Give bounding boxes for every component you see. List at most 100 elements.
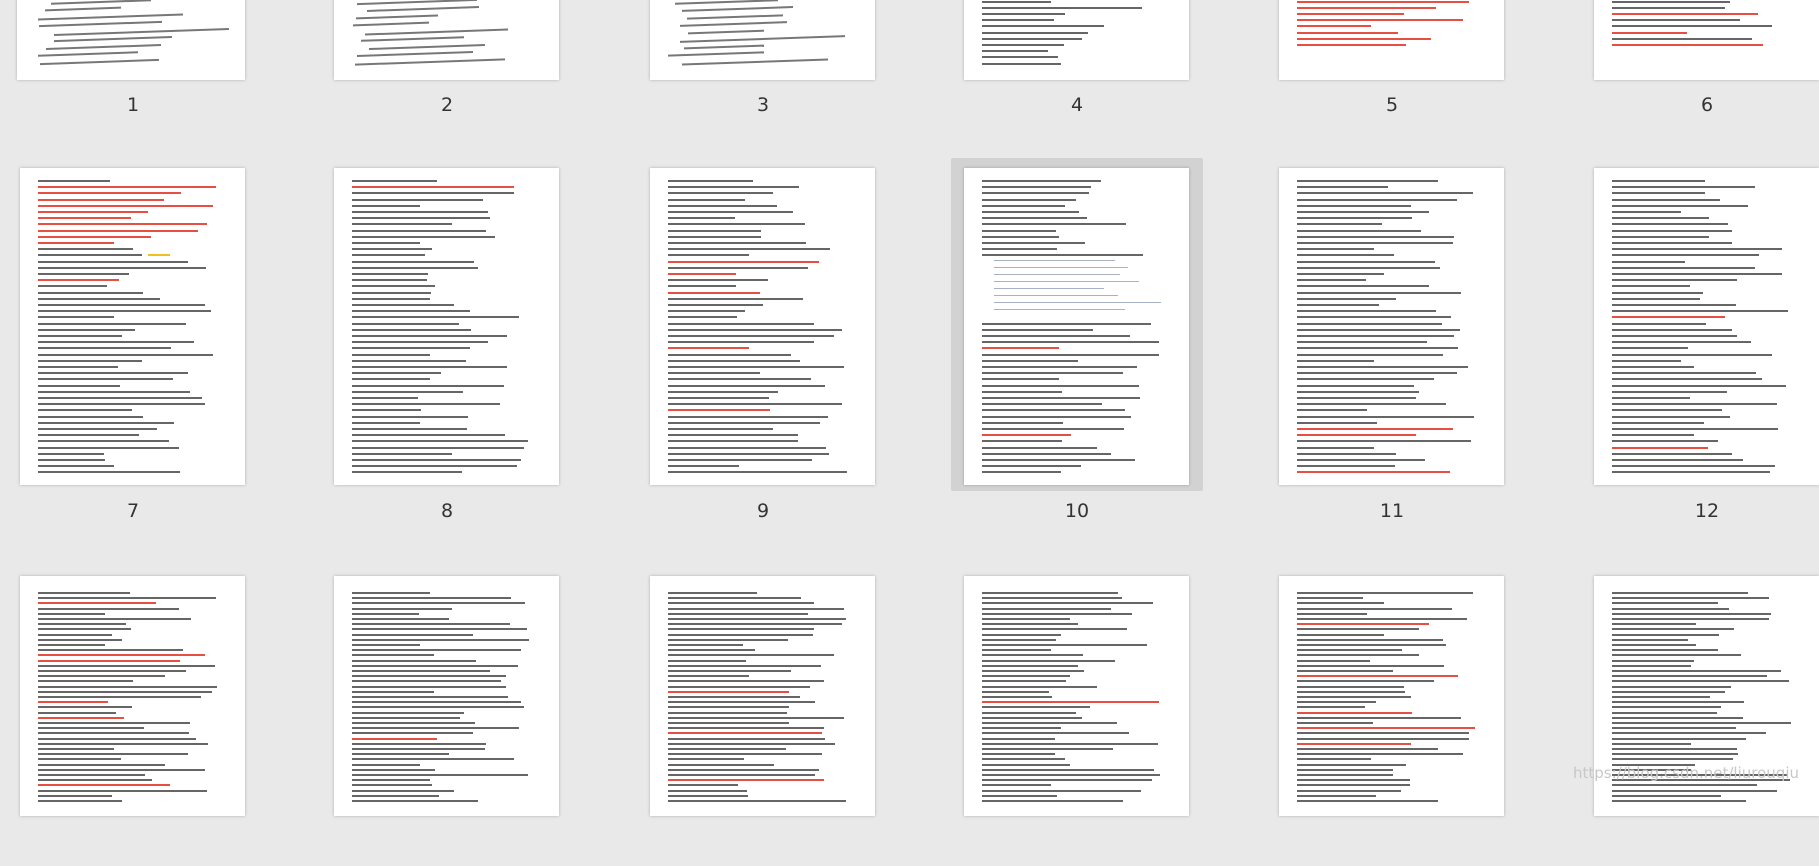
page-thumbnail[interactable] — [1279, 576, 1504, 816]
text-line — [1612, 644, 1696, 646]
text-line — [38, 266, 207, 269]
text-line — [352, 664, 518, 667]
text-line — [982, 680, 1066, 683]
page-thumbnail[interactable] — [334, 576, 559, 816]
text-line — [352, 607, 452, 610]
text-line — [352, 378, 430, 381]
text-line — [982, 649, 1051, 652]
text-line — [1612, 19, 1740, 22]
text-line — [38, 304, 205, 306]
text-line — [982, 409, 1125, 412]
text-line — [38, 428, 157, 430]
page-number: 12 — [1694, 500, 1720, 522]
text-line — [352, 409, 422, 412]
text-line — [352, 260, 475, 263]
thumbnail-page-15[interactable] — [632, 566, 894, 866]
page-thumbnail[interactable] — [17, 0, 245, 80]
text-line — [1612, 378, 1762, 381]
text-line — [668, 397, 770, 399]
text-line — [38, 737, 196, 740]
thumbnail-page-9[interactable]: 9 — [632, 158, 894, 522]
text-line — [982, 716, 1082, 719]
thumbnail-page-13[interactable] — [0, 566, 262, 866]
text-line — [982, 25, 1104, 28]
text-line — [1612, 440, 1718, 443]
thumbnail-page-12[interactable]: 12 — [1576, 158, 1819, 522]
page-thumbnail[interactable] — [650, 0, 875, 80]
text-line — [38, 366, 119, 368]
page-thumbnail[interactable] — [20, 576, 245, 816]
text-line — [679, 21, 787, 27]
page-thumbnail[interactable] — [964, 0, 1189, 80]
text-line — [38, 722, 190, 724]
page-thumbnail[interactable] — [334, 0, 559, 80]
text-line — [982, 335, 1131, 337]
text-line — [1297, 680, 1435, 683]
text-line — [367, 6, 479, 12]
text-line — [1297, 633, 1385, 636]
thumbnail-page-18[interactable] — [1576, 566, 1819, 866]
text-line — [1297, 397, 1417, 399]
page-thumbnail[interactable] — [1279, 168, 1504, 485]
page-thumbnail[interactable] — [20, 168, 245, 485]
text-line — [982, 753, 1055, 756]
thumbnail-page-7[interactable]: 7 — [0, 158, 262, 522]
text-line — [1297, 390, 1419, 393]
text-line — [1297, 198, 1457, 201]
text-line — [352, 180, 438, 182]
text-line — [38, 592, 131, 594]
text-line — [1297, 409, 1367, 412]
text-line — [1297, 690, 1406, 693]
text-line — [38, 763, 166, 766]
text-line — [982, 223, 1127, 226]
text-line — [38, 607, 179, 610]
text-line — [38, 353, 214, 356]
thumbnail-page-11[interactable]: 11 — [1261, 158, 1523, 522]
text-line — [1297, 217, 1412, 220]
text-line — [38, 273, 130, 275]
page-thumbnail[interactable] — [1594, 168, 1819, 485]
text-line — [982, 211, 1080, 213]
text-line — [668, 763, 775, 766]
text-line — [38, 649, 184, 652]
text-line — [1612, 359, 1682, 362]
text-line — [668, 446, 826, 449]
text-line — [675, 0, 778, 5]
text-line — [1297, 758, 1371, 761]
text-line — [38, 670, 186, 672]
page-thumbnail[interactable] — [1594, 0, 1819, 80]
text-line — [668, 706, 790, 709]
text-line — [352, 384, 504, 387]
text-line — [982, 328, 1094, 331]
text-line — [1612, 390, 1727, 393]
text-line — [1612, 25, 1773, 28]
page-thumbnail[interactable] — [650, 168, 875, 485]
text-line — [368, 43, 485, 50]
page-thumbnail[interactable] — [1279, 0, 1504, 80]
text-line — [668, 722, 789, 724]
thumbnail-page-8[interactable]: 8 — [316, 158, 578, 522]
thumbnail-page-10[interactable]: 10 — [946, 158, 1208, 522]
text-line — [668, 459, 812, 461]
text-line — [352, 779, 431, 782]
text-line — [1612, 670, 1781, 672]
text-line — [1297, 465, 1395, 468]
thumbnail-page-14[interactable] — [316, 566, 578, 866]
page-thumbnail[interactable] — [964, 576, 1189, 816]
text-line — [1297, 6, 1436, 9]
text-line — [1297, 706, 1365, 709]
text-line — [668, 612, 808, 615]
text-line — [1612, 434, 1694, 437]
text-line — [982, 706, 1090, 709]
text-line — [38, 690, 213, 693]
text-line — [668, 198, 745, 201]
page-thumbnail[interactable] — [964, 168, 1189, 485]
text-line — [668, 229, 762, 232]
thumbnail-page-16[interactable] — [946, 566, 1208, 866]
text-line — [38, 465, 115, 468]
text-line — [352, 644, 421, 646]
thumbnail-page-17[interactable] — [1261, 566, 1523, 866]
page-thumbnail[interactable] — [650, 576, 875, 816]
page-thumbnail[interactable] — [334, 168, 559, 485]
page-number: 5 — [1385, 94, 1399, 116]
